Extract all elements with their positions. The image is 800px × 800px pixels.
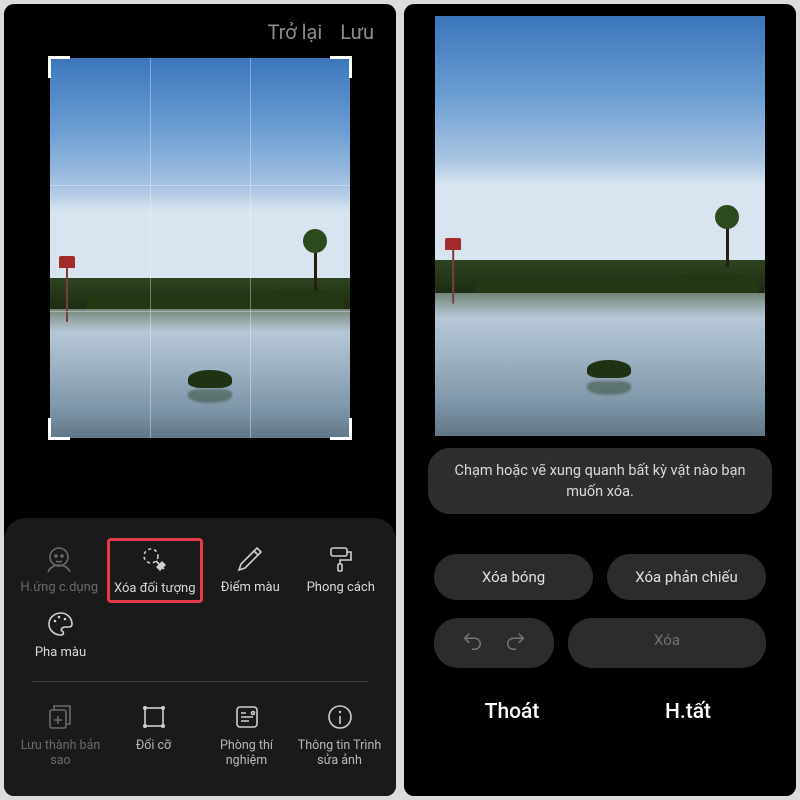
tool-portrait-effects[interactable]: H.ứng c.dụng xyxy=(14,538,105,604)
tool-spot-color[interactable]: Điểm màu xyxy=(205,538,296,604)
action-about[interactable]: Thông tin Trình sửa ảnh xyxy=(293,696,386,774)
save-button[interactable]: Lưu xyxy=(340,20,374,44)
resize-icon xyxy=(139,702,169,732)
undo-redo-group xyxy=(434,618,554,668)
photo-canvas[interactable] xyxy=(435,16,765,436)
tool-color-mix[interactable]: Pha màu xyxy=(14,603,107,667)
tool-label: Pha màu xyxy=(35,645,86,661)
back-button[interactable]: Trở lại xyxy=(267,20,322,44)
hint-text: Chạm hoặc vẽ xung quanh bất kỳ vật nào b… xyxy=(455,462,746,500)
grid-line xyxy=(50,311,350,312)
labs-icon xyxy=(232,702,262,732)
grid-line xyxy=(50,185,350,186)
crop-handle-tr[interactable] xyxy=(330,56,352,78)
tool-label: Phòng thí nghiệm xyxy=(202,738,291,768)
tool-label: Đổi cỡ xyxy=(136,738,171,753)
erase-button[interactable]: Xóa xyxy=(568,618,766,668)
action-labs[interactable]: Phòng thí nghiệm xyxy=(200,696,293,774)
tool-label: Điểm màu xyxy=(221,580,280,596)
brush-roller-icon xyxy=(326,544,356,574)
top-actions: Trở lại Lưu xyxy=(4,4,396,44)
exit-button[interactable]: Thoát xyxy=(424,700,600,724)
tool-label: Lưu thành bản sao xyxy=(16,738,105,768)
crop-handle-tl[interactable] xyxy=(48,56,70,78)
tool-object-eraser[interactable]: Xóa đối tượng xyxy=(107,538,204,604)
action-resize[interactable]: Đổi cỡ xyxy=(107,696,200,774)
tool-label: Thông tin Trình sửa ảnh xyxy=(295,738,384,768)
crop-handle-br[interactable] xyxy=(330,418,352,440)
crop-canvas[interactable] xyxy=(50,58,350,438)
grid-line xyxy=(250,58,251,438)
info-icon xyxy=(325,702,355,732)
eyedropper-icon xyxy=(235,544,265,574)
divider xyxy=(32,681,368,682)
tool-style[interactable]: Phong cách xyxy=(296,538,387,604)
undo-icon[interactable] xyxy=(461,630,483,656)
hint-bubble: Chạm hoặc vẽ xung quanh bất kỳ vật nào b… xyxy=(428,448,772,514)
tool-label: Xóa đối tượng xyxy=(114,581,196,597)
done-button[interactable]: H.tất xyxy=(600,700,776,724)
face-icon xyxy=(44,544,74,574)
editor-screen-object-eraser: Chạm hoặc vẽ xung quanh bất kỳ vật nào b… xyxy=(404,4,796,796)
tool-label: H.ứng c.dụng xyxy=(20,580,98,596)
grid-line xyxy=(150,58,151,438)
crop-handle-bl[interactable] xyxy=(48,418,70,440)
editor-screen-tools: Trở lại Lưu H.ứng c.dụng xyxy=(4,4,396,796)
eraser-dashed-icon xyxy=(140,545,170,575)
tool-panel: H.ứng c.dụng Xóa đối tượng Điểm màu Phon… xyxy=(4,518,396,796)
redo-icon[interactable] xyxy=(505,630,527,656)
photo-preview xyxy=(50,58,350,438)
erase-shadow-button[interactable]: Xóa bóng xyxy=(434,554,593,600)
tool-label: Phong cách xyxy=(307,580,375,596)
save-copy-icon xyxy=(46,702,76,732)
action-save-copy[interactable]: Lưu thành bản sao xyxy=(14,696,107,774)
palette-icon xyxy=(46,609,76,639)
erase-reflection-button[interactable]: Xóa phản chiếu xyxy=(607,554,766,600)
